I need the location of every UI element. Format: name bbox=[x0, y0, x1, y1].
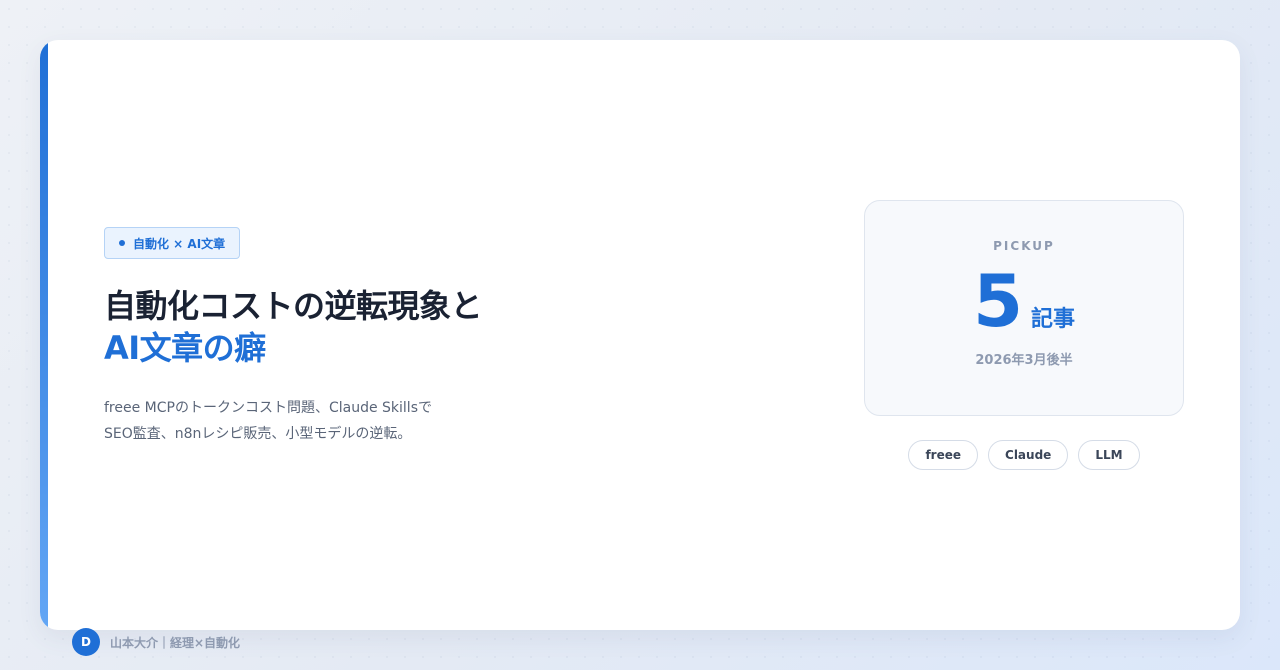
page-title: 自動化コストの逆転現象と AI文章の癖 bbox=[104, 285, 664, 369]
pickup-period: 2026年3月後半 bbox=[975, 353, 1073, 368]
title-line-2: AI文章の癖 bbox=[104, 329, 266, 367]
author-byline: 山本大介｜経理×自動化 bbox=[110, 635, 241, 650]
avatar: D bbox=[72, 628, 100, 656]
author-footer: D 山本大介｜経理×自動化 bbox=[72, 628, 240, 656]
pickup-unit: 記事 bbox=[1031, 307, 1076, 332]
pickup-number: 5 bbox=[972, 259, 1024, 343]
tag-chip-llm[interactable]: LLM bbox=[1078, 440, 1140, 470]
tag-list: freee Claude LLM bbox=[864, 440, 1184, 470]
description-line-1: freee MCPのトークンコスト問題、Claude Skillsで bbox=[104, 400, 432, 416]
article-main: 自動化 × AI文章 自動化コストの逆転現象と AI文章の癖 freee MCP… bbox=[104, 227, 664, 447]
article-description: freee MCPのトークンコスト問題、Claude Skillsで SEO監査… bbox=[104, 395, 664, 447]
dot-icon bbox=[119, 240, 125, 246]
title-line-1: 自動化コストの逆転現象と bbox=[104, 287, 483, 325]
accent-bar bbox=[40, 40, 48, 630]
category-tag-label: 自動化 × AI文章 bbox=[133, 236, 226, 251]
pickup-label: PICKUP bbox=[993, 239, 1055, 253]
pickup-panel: PICKUP 5 記事 2026年3月後半 bbox=[864, 200, 1184, 416]
article-card: 自動化 × AI文章 自動化コストの逆転現象と AI文章の癖 freee MCP… bbox=[40, 40, 1240, 630]
pickup-count: 5 記事 bbox=[865, 265, 1183, 337]
category-tag: 自動化 × AI文章 bbox=[104, 227, 241, 259]
tag-chip-claude[interactable]: Claude bbox=[988, 440, 1069, 470]
tag-chip-freee[interactable]: freee bbox=[908, 440, 979, 470]
description-line-2: SEO監査、n8nレシピ販売、小型モデルの逆転。 bbox=[104, 426, 412, 442]
